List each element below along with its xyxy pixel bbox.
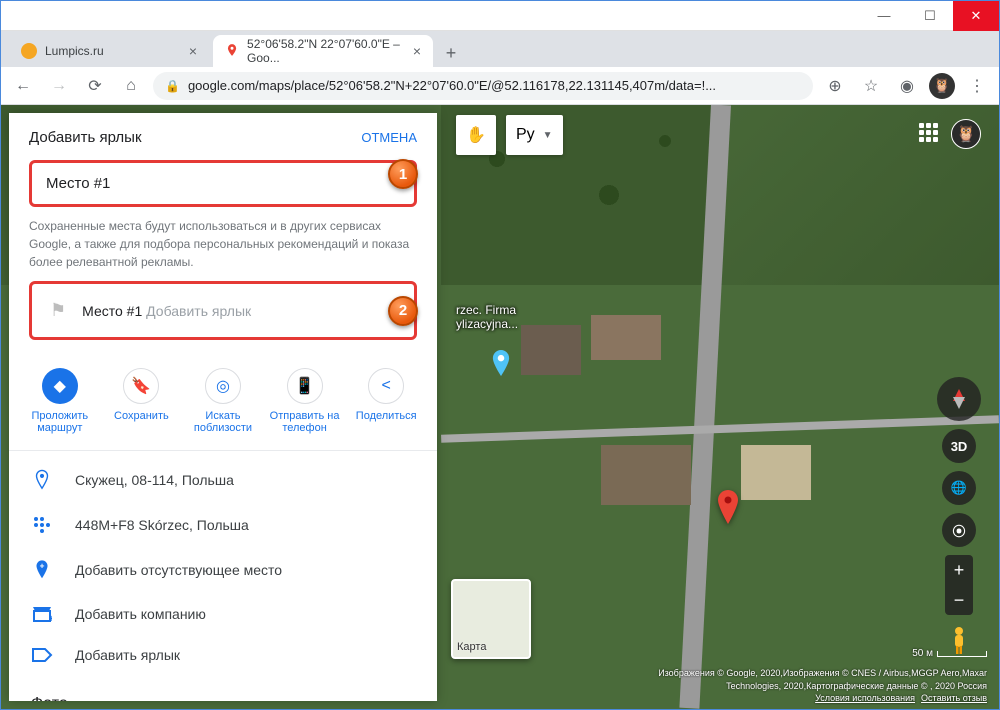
label-input[interactable] [34, 165, 412, 202]
svg-text:+: + [49, 614, 52, 623]
suggestion-row[interactable]: ⚑ Место #1 Добавить ярлык [34, 286, 412, 335]
flag-icon: ⚑ [50, 300, 66, 321]
tab-title: Lumpics.ru [45, 44, 104, 58]
save-button[interactable]: 🔖Сохранить [101, 368, 183, 434]
map-hand-tool[interactable]: ✋ [456, 115, 496, 155]
add-business-row[interactable]: +Добавить компанию [9, 593, 437, 635]
svg-text:+: + [40, 562, 45, 571]
map-attribution: Изображения © Google, 2020,Изображения ©… [658, 667, 987, 705]
minimap-toggle[interactable]: Карта [451, 579, 531, 659]
pin-outline-icon [31, 469, 53, 491]
profile-avatar[interactable]: 🦉 [929, 73, 955, 99]
tab-lumpics[interactable]: Lumpics.ru × [9, 35, 209, 67]
terms-link[interactable]: Условия использования [815, 693, 915, 703]
apps-grid-icon[interactable] [919, 123, 939, 143]
zoom-indicator-icon[interactable]: ⊕ [821, 72, 849, 100]
panel-title: Добавить ярлык [29, 129, 142, 146]
bookmark-star-icon[interactable]: ☆ [857, 72, 885, 100]
language-label: Py [516, 126, 535, 144]
omnibox[interactable]: 🔒 google.com/maps/place/52°06'58.2"N+22°… [153, 72, 813, 100]
window-titlebar: — ☐ ✕ [1, 1, 999, 31]
add-label-row[interactable]: Добавить ярлык [9, 635, 437, 675]
directions-button[interactable]: ◆Проложить маршрут [19, 368, 101, 434]
chevron-down-icon: ▼ [543, 130, 553, 141]
address-row[interactable]: Скужец, 08-114, Польша [9, 457, 437, 503]
hand-icon: ✋ [466, 125, 486, 145]
window-minimize[interactable]: — [861, 1, 907, 31]
suggestion-highlight: ⚑ Место #1 Добавить ярлык 2 [29, 281, 417, 340]
send-to-phone-button[interactable]: 📱Отправить на телефон [264, 368, 346, 434]
tab-maps[interactable]: 52°06'58.2"N 22°07'60.0"E – Goo... × [213, 35, 433, 67]
bookmark-icon: 🔖 [123, 368, 159, 404]
suggestion-text: Место #1 Добавить ярлык [82, 303, 251, 319]
nav-forward[interactable]: → [45, 72, 73, 100]
hint-text: Сохраненные места будут использоваться и… [29, 217, 417, 271]
label-icon [31, 647, 53, 663]
zoom-out-button[interactable]: − [945, 585, 973, 615]
new-tab-button[interactable]: + [437, 39, 465, 67]
scale-bar: 50 м [912, 648, 987, 659]
side-panel: Добавить ярлык ОТМЕНА 1 Сохраненные мест… [9, 113, 437, 701]
nav-back[interactable]: ← [9, 72, 37, 100]
info-list: Скужец, 08-114, Польша 448M+F8 Skórzec, … [9, 451, 437, 681]
share-icon: < [368, 368, 404, 404]
globe-button[interactable]: 🌐 [942, 471, 976, 505]
browser-tabstrip: Lumpics.ru × 52°06'58.2"N 22°07'60.0"E –… [1, 31, 999, 67]
zoom-control: + − [945, 555, 973, 615]
pluscode-row[interactable]: 448M+F8 Skórzec, Польша [9, 503, 437, 547]
feedback-link[interactable]: Оставить отзыв [921, 693, 987, 703]
mylocation-button[interactable]: ⦿ [942, 513, 976, 547]
poi-pin-icon[interactable] [491, 350, 511, 381]
tab-close-icon[interactable]: × [413, 43, 421, 59]
phone-icon: 📱 [287, 368, 323, 404]
add-place-icon: + [31, 559, 53, 581]
address-bar: ← → ⟳ ⌂ 🔒 google.com/maps/place/52°06'58… [1, 67, 999, 105]
compass-icon[interactable] [937, 377, 981, 421]
tilt-3d-button[interactable]: 3D [942, 429, 976, 463]
favicon-lumpics [21, 43, 37, 59]
lock-icon: 🔒 [165, 79, 180, 93]
map-place-label: rzec. Firmaylizacyjna... [456, 303, 518, 331]
map-profile-avatar[interactable]: 🦉 [951, 119, 981, 149]
window-maximize[interactable]: ☐ [907, 1, 953, 31]
favicon-maps [225, 43, 239, 59]
annotation-badge-1: 1 [388, 159, 418, 189]
nav-home[interactable]: ⌂ [117, 72, 145, 100]
map-language-selector[interactable]: Py ▼ [506, 115, 563, 155]
browser-menu[interactable]: ⋮ [963, 72, 991, 100]
tab-title: 52°06'58.2"N 22°07'60.0"E – Goo... [247, 37, 413, 65]
location-pin-icon[interactable] [716, 490, 740, 524]
directions-icon: ◆ [42, 368, 78, 404]
nearby-icon: ◎ [205, 368, 241, 404]
storefront-icon: + [31, 605, 53, 623]
zoom-in-button[interactable]: + [945, 555, 973, 585]
nav-reload[interactable]: ⟳ [81, 72, 109, 100]
action-row: ◆Проложить маршрут 🔖Сохранить ◎Искать по… [9, 362, 437, 451]
url-text: google.com/maps/place/52°06'58.2"N+22°07… [188, 78, 716, 93]
share-button[interactable]: <Поделиться [345, 368, 427, 434]
pluscode-icon [31, 515, 53, 535]
window-close[interactable]: ✕ [953, 1, 999, 31]
annotation-badge-2: 2 [388, 296, 418, 326]
photo-section-title: Фото [9, 681, 437, 701]
add-missing-place-row[interactable]: +Добавить отсутствующее место [9, 547, 437, 593]
label-input-highlight: 1 [29, 160, 417, 207]
tab-close-icon[interactable]: × [189, 43, 197, 59]
nearby-button[interactable]: ◎Искать поблизости [182, 368, 264, 434]
cancel-button[interactable]: ОТМЕНА [361, 130, 417, 145]
extension-icon[interactable]: ◉ [893, 72, 921, 100]
